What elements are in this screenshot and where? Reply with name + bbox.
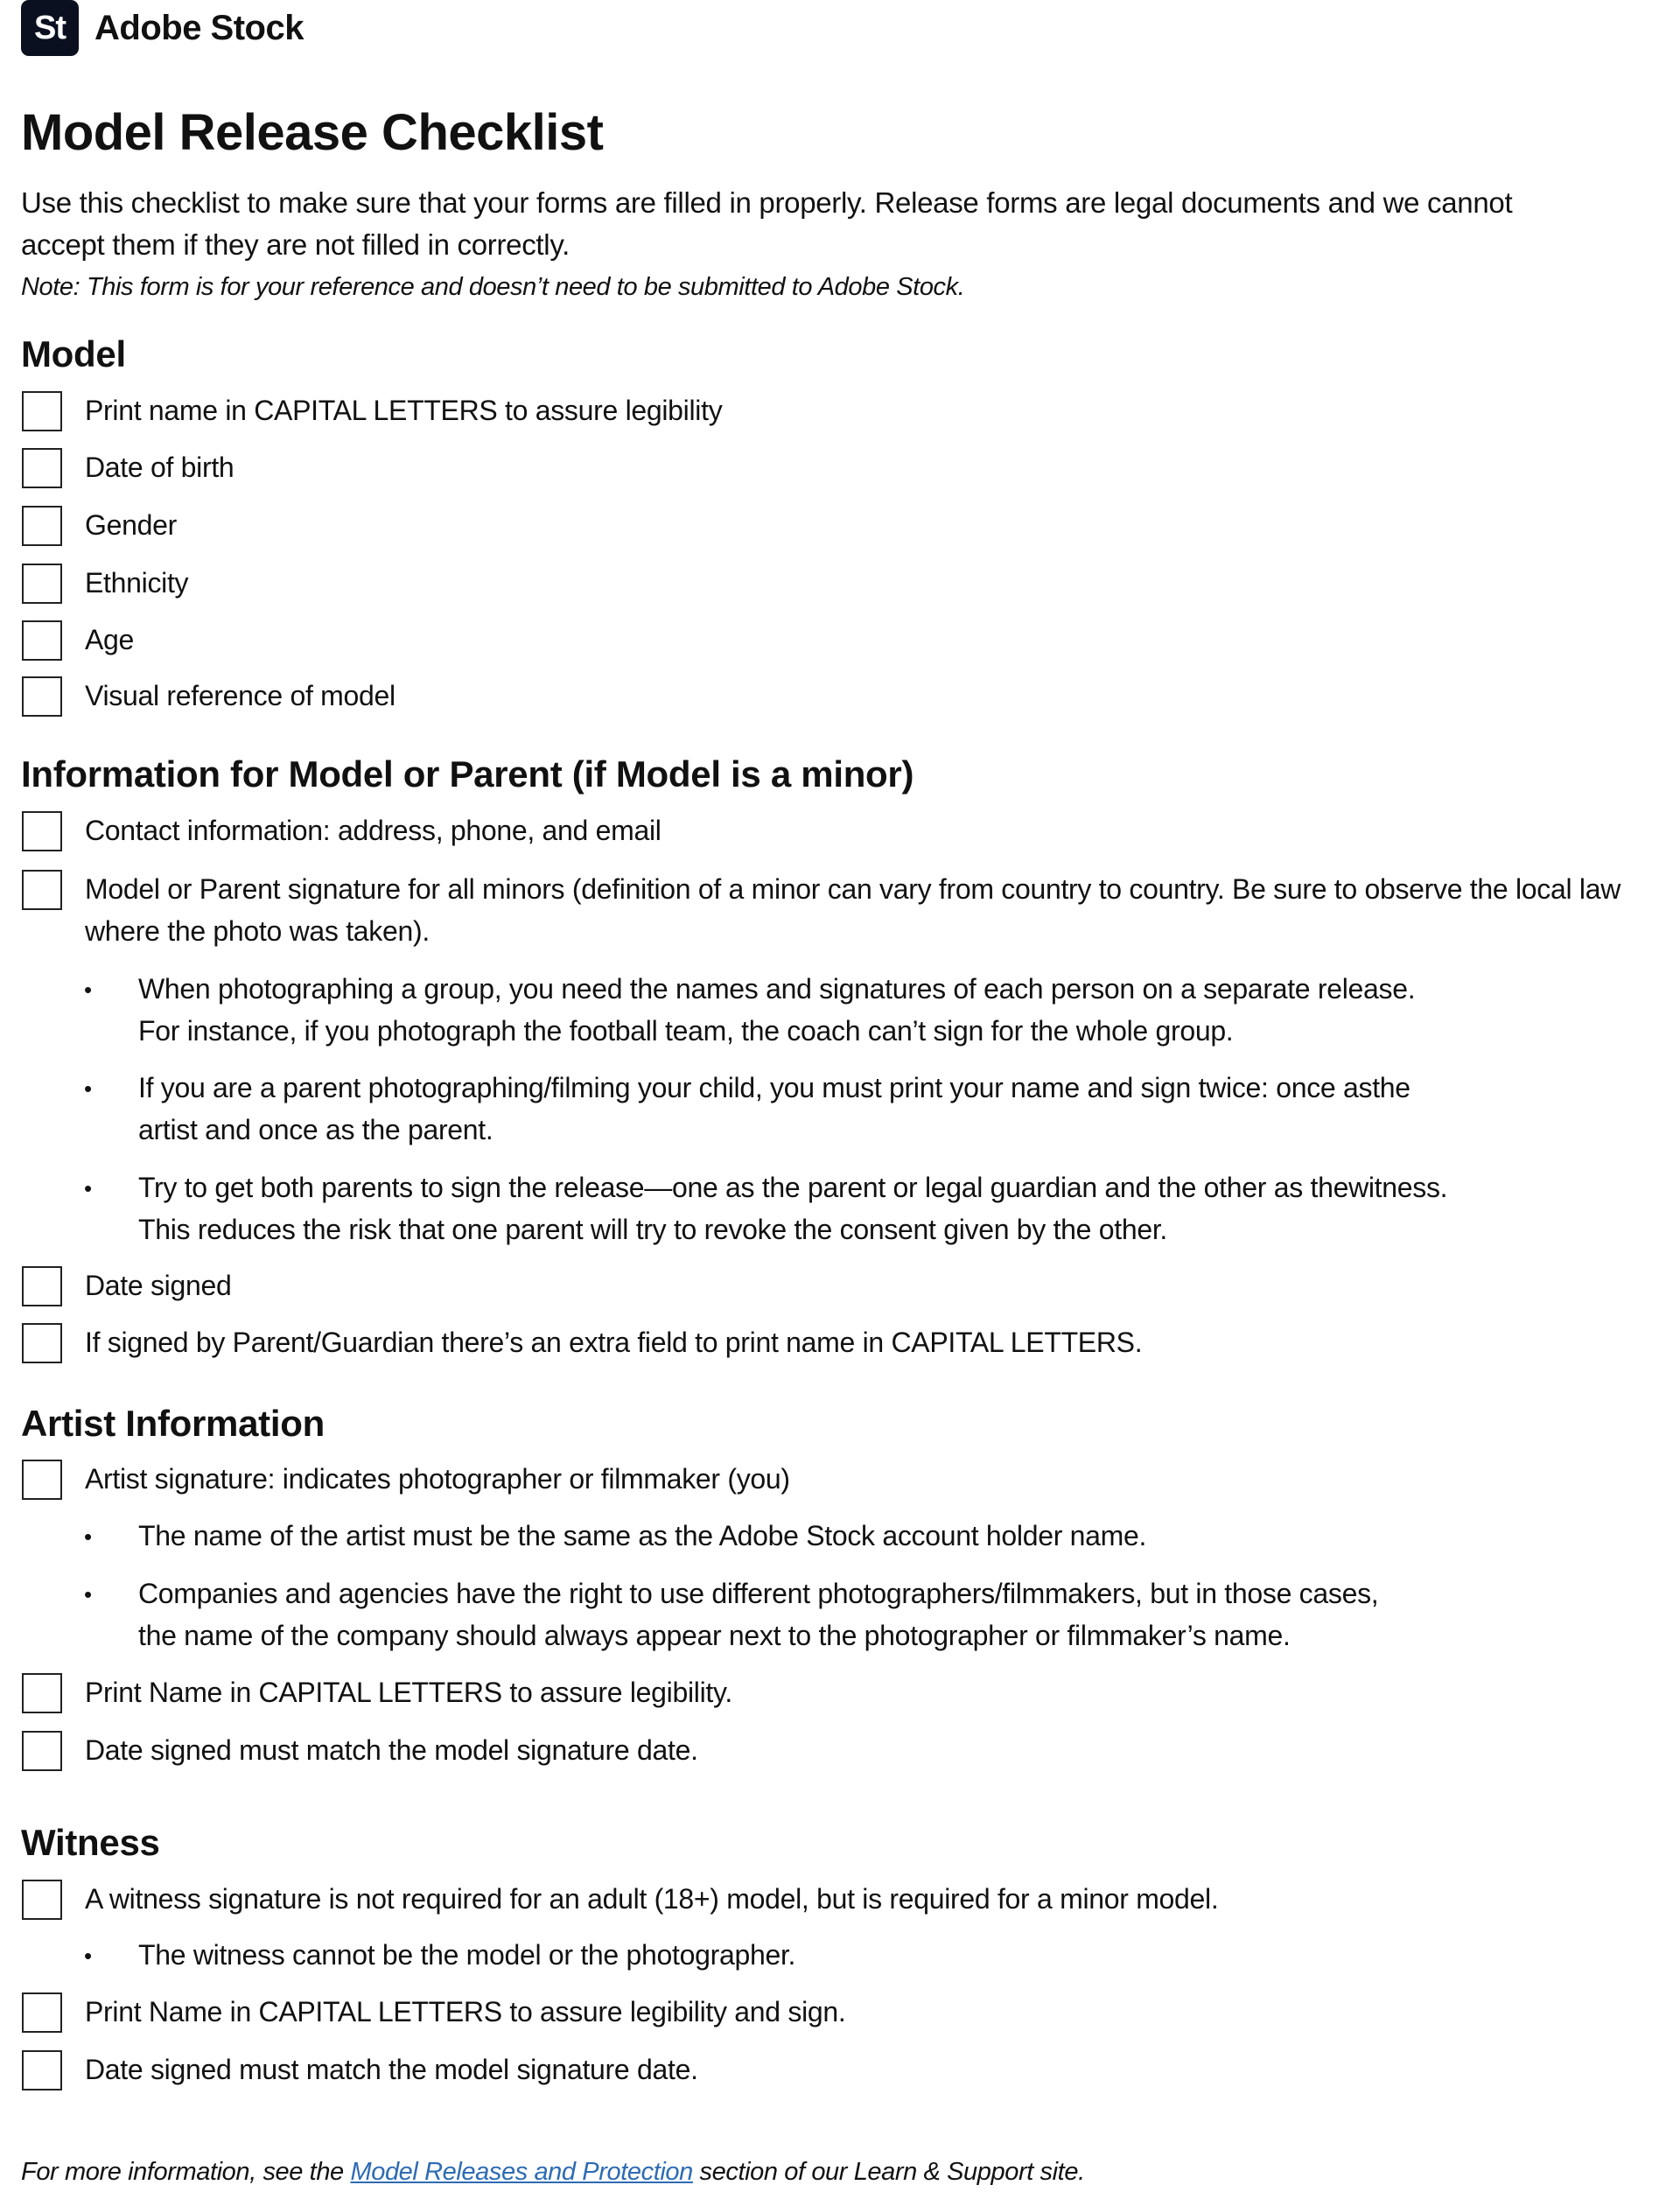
section-heading-artist: Artist Information: [21, 1403, 325, 1444]
checklist-item-label: Model or Parent signature for all minors…: [85, 873, 1621, 905]
bullet-item-text: Try to get both parents to sign the rele…: [138, 1172, 1448, 1203]
bullet-item-text: The name of the artist must be the same …: [138, 1520, 1147, 1551]
checklist-item-label: Print Name in CAPITAL LETTERS to assure …: [85, 1677, 732, 1708]
checkbox-print-name[interactable]: [22, 391, 62, 431]
checklist-item-label: Contact information: address, phone, and…: [85, 815, 662, 846]
checkbox-artist-signature[interactable]: [22, 1460, 62, 1500]
checkbox-parent-guardian-print-name[interactable]: [22, 1323, 62, 1363]
checklist-item-label: Ethnicity: [85, 567, 189, 599]
checkbox-date-of-birth[interactable]: [22, 448, 62, 488]
checkbox-visual-reference[interactable]: [22, 676, 62, 717]
page-title: Model Release Checklist: [21, 104, 604, 161]
section-heading-info: Information for Model or Parent (if Mode…: [21, 753, 914, 795]
bullet-item-text-continued: artist and once as the parent.: [138, 1114, 494, 1145]
model-releases-link[interactable]: Model Releases and Protection: [350, 2158, 693, 2186]
checkbox-artist-date-signed[interactable]: [22, 1731, 62, 1771]
bullet-item-text: Companies and agencies have the right to…: [138, 1578, 1379, 1609]
footer-note: For more information, see the Model Rele…: [21, 2154, 1085, 2189]
bullet-icon: [84, 1084, 93, 1093]
checkbox-contact-information[interactable]: [22, 811, 62, 851]
footer-prefix: For more information, see the: [21, 2158, 351, 2186]
checkbox-ethnicity[interactable]: [22, 564, 62, 604]
bullet-item-text-continued: the name of the company should always ap…: [138, 1620, 1291, 1651]
checklist-item-label: Visual reference of model: [85, 680, 396, 711]
checkbox-model-parent-signature[interactable]: [22, 870, 62, 910]
logo-text: St: [34, 9, 66, 46]
checkbox-date-signed[interactable]: [22, 1266, 62, 1306]
brand-name: Adobe Stock: [94, 9, 304, 47]
bullet-icon: [84, 985, 93, 994]
checkbox-artist-print-name[interactable]: [22, 1673, 62, 1713]
checklist-item-label: Artist signature: indicates photographer…: [85, 1463, 790, 1495]
intro-text-line-1: Use this checklist to make sure that you…: [21, 186, 1513, 219]
checklist-item-label: Gender: [85, 509, 177, 541]
checklist-item-label: Age: [85, 624, 135, 655]
checklist-item-label: Date signed must match the model signatu…: [85, 2054, 698, 2085]
checklist-item-label: Date signed: [85, 1270, 232, 1301]
adobe-stock-logo-icon: St: [21, 0, 79, 56]
section-heading-model: Model: [21, 333, 126, 375]
checklist-item-label: Print Name in CAPITAL LETTERS to assure …: [85, 1996, 846, 2027]
bullet-item-text-continued: For instance, if you photograph the foot…: [138, 1015, 1234, 1047]
checkbox-gender[interactable]: [22, 506, 62, 546]
footer-suffix: section of our Learn & Support site.: [692, 2158, 1086, 2186]
bullet-item-text: When photographing a group, you need the…: [138, 973, 1416, 1005]
bullet-icon: [84, 1590, 93, 1599]
reference-note: Note: This form is for your reference an…: [21, 273, 965, 301]
checklist-item-label: Date signed must match the model signatu…: [85, 1734, 698, 1766]
bullet-icon: [84, 1184, 93, 1193]
bullet-icon: [84, 1951, 93, 1960]
checklist-item-label: Print name in CAPITAL LETTERS to assure …: [85, 395, 723, 426]
checklist-item-label: Date of birth: [85, 452, 234, 483]
checkbox-witness-date-signed[interactable]: [22, 2050, 62, 2090]
bullet-item-text: If you are a parent photographing/filmin…: [138, 1072, 1410, 1103]
checklist-item-label: If signed by Parent/Guardian there’s an …: [85, 1327, 1143, 1358]
bullet-item-text-continued: This reduces the risk that one parent wi…: [138, 1214, 1168, 1245]
checklist-item-label: A witness signature is not required for …: [85, 1883, 1219, 1915]
checkbox-witness-signature[interactable]: [22, 1880, 62, 1920]
bullet-icon: [84, 1532, 93, 1541]
section-heading-witness: Witness: [21, 1822, 160, 1863]
intro-text-line-2: accept them if they are not filled in co…: [21, 228, 570, 261]
checklist-item-label-continued: where the photo was taken).: [85, 915, 430, 947]
checkbox-witness-print-name[interactable]: [22, 1992, 62, 2033]
checkbox-age[interactable]: [22, 620, 62, 661]
bullet-item-text: The witness cannot be the model or the p…: [138, 1939, 796, 1971]
